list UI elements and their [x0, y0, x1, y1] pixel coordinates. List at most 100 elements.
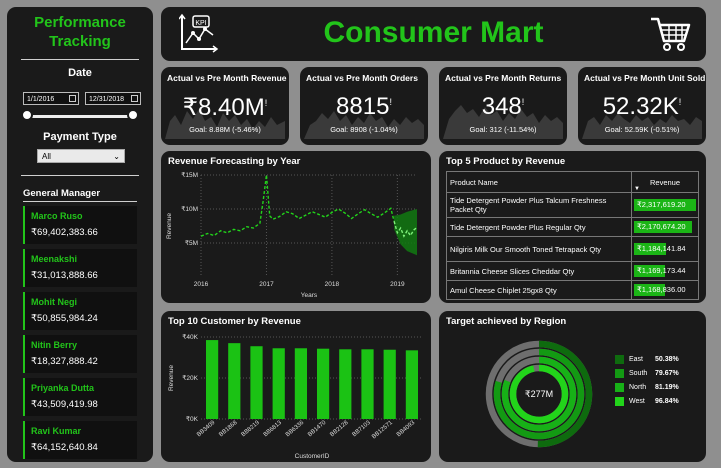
product-name-cell: Britannia Cheese Slices Cheddar Qty	[446, 261, 632, 281]
manager-revenue: ₹18,327,888.42	[31, 356, 98, 367]
table-row[interactable]: Tide Detergent Powder Plus Talcum Freshn…	[446, 192, 699, 218]
legend-swatch	[615, 397, 624, 406]
divider	[23, 201, 137, 202]
column-header-revenue[interactable]: Revenue ▼	[631, 171, 699, 193]
legend-swatch	[615, 383, 624, 392]
product-name-cell: Tide Detergent Powder Plus Regular Qty	[446, 217, 632, 237]
customer-revenue-bar[interactable]	[405, 350, 419, 419]
revenue-cell: ₹1,169,173.44	[631, 261, 699, 281]
x-tick-label: BB1470	[307, 420, 328, 439]
legend-percent: 96.84%	[655, 398, 679, 405]
x-tick-label: BB1868	[218, 420, 239, 439]
sort-desc-icon: ▼	[634, 186, 640, 192]
table-row[interactable]: Nilgiris Milk Our Smooth Toned Tetrapack…	[446, 236, 699, 262]
legend-percent: 79.67%	[655, 370, 679, 377]
x-tick-label: 2019	[390, 281, 405, 288]
customer-revenue-bar[interactable]	[272, 348, 285, 419]
kpi-value: 8815!	[336, 93, 392, 120]
revenue-value: ₹2,170,674.20	[637, 222, 686, 231]
legend-swatch	[615, 355, 624, 364]
payment-type-select[interactable]: All ⌄	[37, 149, 125, 163]
product-name-cell: Tide Detergent Powder Plus Talcum Freshn…	[446, 192, 632, 218]
divider	[21, 175, 139, 176]
filter-sidebar: Performance Tracking Date 1/1/2016 12/31…	[7, 7, 153, 462]
column-header-product[interactable]: Product Name	[446, 171, 632, 193]
legend-label: West	[629, 398, 645, 405]
table-row[interactable]: Tide Detergent Powder Plus Regular Qty ₹2…	[446, 217, 699, 237]
date-label: Date	[68, 67, 92, 79]
legend-percent: 81.19%	[655, 384, 679, 391]
legend-label: East	[629, 356, 644, 363]
x-axis-label: Years	[301, 292, 318, 299]
kpi-value: 52.32K!	[602, 93, 682, 120]
manager-revenue: ₹43,509,419.98	[31, 399, 98, 410]
date-slider-end-handle[interactable]	[127, 109, 139, 121]
general-manager-card[interactable]: Mohit Negi ₹50,855,984.24	[23, 292, 137, 330]
kpi-title: Actual vs Pre Month Returns	[445, 73, 562, 83]
customer-revenue-bar[interactable]	[250, 346, 263, 419]
kpi-value: ₹8.40M!	[182, 94, 268, 121]
table-header-row: Product Name Revenue ▼	[446, 171, 699, 193]
general-manager-card[interactable]: Meenakshi ₹31,013,888.66	[23, 249, 137, 287]
revenue-cell: ₹1,184,141.84	[631, 236, 699, 262]
legend-label: South	[629, 370, 648, 377]
customer-revenue-bar[interactable]	[383, 349, 396, 419]
y-tick-label: ₹5M	[185, 239, 198, 247]
calendar-icon[interactable]	[69, 95, 76, 102]
date-start-input[interactable]: 1/1/2016	[23, 92, 79, 105]
x-tick-label: 2016	[194, 281, 209, 288]
customer-revenue-bar[interactable]	[294, 348, 308, 419]
customer-revenue-bar[interactable]	[339, 349, 352, 419]
kpi-goal: Goal: 312 (-11.54%)	[469, 125, 537, 134]
app-title: Performance Tracking	[34, 14, 126, 50]
x-tick-label: 2018	[325, 281, 340, 288]
general-manager-card[interactable]: Marco Ruso ₹69,402,383.66	[23, 206, 137, 244]
x-tick-label: BB3409	[196, 420, 217, 439]
customer-revenue-bar[interactable]	[205, 340, 219, 419]
customer-revenue-bar[interactable]	[228, 343, 241, 419]
date-slider-start-handle[interactable]	[21, 109, 33, 121]
region-total-label: ₹277M	[525, 389, 553, 399]
x-tick-label: BB6336	[285, 420, 306, 439]
revenue-forecast-panel: Revenue Forecasting by Year ₹15M ₹10M ₹5M 2…	[161, 151, 431, 303]
revenue-cell: ₹2,170,674.20	[631, 217, 699, 237]
kpi-card-revenue: Actual vs Pre Month Revenue ₹8.40M! Goal…	[161, 67, 289, 145]
general-manager-card[interactable]: Ravi Kumar ₹64,152,640.84	[23, 421, 137, 459]
x-tick-label: BB4093	[396, 420, 417, 439]
manager-name: Meenakshi	[31, 254, 78, 264]
revenue-cell: ₹1,168,836.00	[631, 280, 699, 300]
calendar-icon[interactable]	[131, 95, 138, 102]
revenue-value: ₹1,169,173.44	[637, 266, 686, 275]
divider	[21, 59, 139, 60]
manager-revenue: ₹64,152,640.84	[31, 442, 98, 453]
customer-revenue-bar[interactable]	[361, 349, 374, 419]
manager-revenue: ₹69,402,383.66	[31, 227, 98, 238]
legend-swatch	[615, 369, 624, 378]
manager-revenue: ₹50,855,984.24	[31, 313, 98, 324]
y-tick-label: ₹15M	[181, 171, 198, 179]
top5-product-table: Product Name Revenue ▼ Tide Detergent Po…	[446, 171, 699, 300]
kpi-goal: Goal: 52.59K (-0.51%)	[604, 125, 680, 134]
revenue-value: ₹2,317,619.20	[637, 200, 686, 209]
y-axis-label: Revenue	[166, 213, 173, 239]
revenue-cell: ₹2,317,619.20	[631, 192, 699, 218]
date-slider-track[interactable]	[27, 115, 133, 118]
top10-customer-panel: Top 10 Customer by Revenue ₹40K ₹20K ₹0K BB…	[161, 311, 431, 462]
product-name-cell: Nilgiris Milk Our Smooth Toned Tetrapack…	[446, 236, 632, 262]
kpi-goal: Goal: 8908 (-1.04%)	[330, 125, 398, 134]
general-manager-card[interactable]: Nitin Berry ₹18,327,888.42	[23, 335, 137, 373]
y-tick-label: ₹10M	[181, 205, 198, 213]
x-tick-label: BB12571	[371, 420, 394, 441]
y-tick-label: ₹40K	[182, 333, 198, 341]
chevron-down-icon: ⌄	[113, 152, 120, 161]
customer-revenue-bar[interactable]	[316, 348, 330, 419]
kpi-title: Actual vs Pre Month Revenue	[167, 73, 287, 83]
table-row[interactable]: Amul Cheese Chiplet 25gx8 Qty ₹1,168,836.…	[446, 280, 699, 300]
general-manager-card[interactable]: Priyanka Dutta ₹43,509,419.98	[23, 378, 137, 416]
date-end-input[interactable]: 12/31/2018	[85, 92, 141, 105]
actual-revenue-line	[200, 174, 395, 237]
x-tick-label: BB6813	[263, 420, 284, 439]
table-row[interactable]: Britannia Cheese Slices Cheddar Qty ₹1,16…	[446, 261, 699, 281]
x-axis-label: CustomerID	[295, 453, 330, 460]
top5-product-panel: Top 5 Product by Revenue Product Name Re…	[439, 151, 706, 303]
